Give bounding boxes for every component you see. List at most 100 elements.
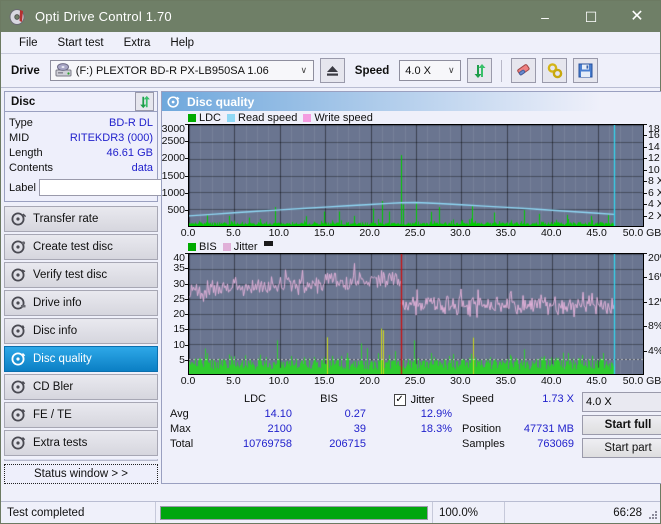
stats-jitter-max: 18.3% — [420, 423, 452, 435]
disc-quality-icon — [167, 95, 181, 109]
sidebar-item-drive-info[interactable]: Drive info — [4, 290, 158, 316]
x-tick-label: 20.0 — [359, 375, 380, 387]
sidebar-item-disc-quality[interactable]: Disc quality — [4, 346, 158, 372]
legend-swatch-jitter — [222, 242, 231, 251]
x-tick-label: 20.0 — [359, 227, 380, 239]
drive-value: (F:) PLEXTOR BD-R PX-LB950SA 1.06 — [75, 64, 269, 77]
refresh-icon — [139, 95, 150, 108]
y-tick-label: 2000 — [161, 152, 185, 165]
sidebar-item-extra-tests[interactable]: Extra tests — [4, 430, 158, 456]
app-window: Opti Drive Control 1.70 – ☐ ✕ File Start… — [0, 0, 661, 524]
x-tick-label: 15.0 — [313, 375, 335, 387]
menu-bar: File Start test Extra Help — [1, 32, 660, 54]
stats-speed-col: Speed 1.73 X Position 47731 MB Samples 7… — [462, 392, 582, 458]
position-label: Position — [462, 423, 502, 435]
disc-bler-icon — [11, 379, 27, 395]
disc-length-label: Length — [9, 146, 43, 159]
sidebar-item-disc-info[interactable]: Disc info — [4, 318, 158, 344]
disc-refresh-button[interactable] — [135, 92, 154, 111]
window-controls: – ☐ ✕ — [522, 1, 660, 32]
left-sidebar: Disc Type BD-R DL MID RITEKDR3 (000) Len… — [4, 91, 241, 484]
eject-button[interactable] — [319, 58, 345, 83]
resize-grip-icon[interactable] — [648, 511, 658, 521]
bis-canvas — [189, 254, 643, 374]
chevron-down-icon: ∨ — [300, 65, 308, 75]
disc-label-caption: Label — [9, 181, 36, 194]
sidebar-item-cd-bler[interactable]: CD Bler — [4, 374, 158, 400]
y2-tick-label: 8% — [648, 320, 661, 333]
disc-panel: Disc Type BD-R DL MID RITEKDR3 (000) Len… — [4, 91, 241, 202]
disc-type-label: Type — [9, 116, 33, 129]
speed-label: Speed — [354, 64, 390, 77]
stats-position-row: Position 47731 MB — [462, 422, 582, 437]
speed-select[interactable]: 4.0 X ∨ — [399, 60, 462, 81]
legend-item-bis: BIS — [188, 241, 217, 253]
start-part-button[interactable]: Start part — [582, 438, 661, 458]
stats-row-label-total: Total — [170, 438, 194, 450]
legend-label-read-speed: Read speed — [238, 111, 298, 124]
eraser-icon — [517, 64, 530, 76]
stats-header-ldc: LDC — [243, 393, 266, 405]
x-tick-label: 5.0 — [226, 227, 241, 239]
test-speed-select[interactable]: 4.0 X ∨ — [582, 392, 661, 412]
sidebar-item-label: Extra tests — [33, 437, 88, 449]
disc-properties: Type BD-R DL MID RITEKDR3 (000) Length 4… — [5, 112, 241, 201]
jitter-toggle[interactable]: ✓ Jitter — [366, 392, 462, 407]
samples-value: 763069 — [537, 438, 574, 450]
ldc-chart: LDC Read speed Write speed 500 1000 1500 20… — [162, 111, 661, 240]
x-tick-label: 0.0 — [180, 375, 196, 387]
save-button[interactable] — [573, 58, 599, 83]
x-tick-label: 25.0 — [404, 375, 426, 387]
erase-button[interactable] — [511, 58, 537, 83]
sidebar-item-verify-test-disc[interactable]: Verify test disc — [4, 262, 158, 288]
sidebar-item-label: Drive info — [33, 297, 82, 309]
menu-item-file[interactable]: File — [9, 35, 48, 51]
stats-bis-avg: 0.27 — [344, 408, 366, 420]
sidebar-item-create-test-disc[interactable]: Create test disc — [4, 234, 158, 260]
disc-row-mid: MID RITEKDR3 (000) — [9, 130, 153, 145]
disc-contents-label: Contents — [9, 161, 54, 174]
sidebar-item-transfer-rate[interactable]: Transfer rate — [4, 206, 158, 232]
menu-item-extra[interactable]: Extra — [114, 35, 161, 51]
stats-actions: 4.0 X ∨ Start full Start part — [582, 392, 661, 458]
y-tick-label: 3000 — [161, 123, 185, 135]
legend-item-read-speed: Read speed — [227, 112, 297, 124]
stats-row-label-avg: Avg — [170, 408, 189, 420]
disc-quality-icon — [11, 351, 27, 367]
refresh-button[interactable] — [467, 58, 493, 83]
close-button[interactable]: ✕ — [614, 1, 660, 32]
menu-item-start-test[interactable]: Start test — [48, 35, 114, 51]
disc-burn-icon — [11, 239, 27, 255]
minimize-button[interactable]: – — [522, 1, 568, 32]
disc-fete-icon — [11, 407, 27, 423]
ldc-y-axis: 500 1000 1500 2000 2500 3000 — [161, 123, 188, 227]
start-full-button[interactable]: Start full — [582, 415, 661, 435]
stats-bis-total: 206715 — [329, 438, 366, 450]
bis-x-axis: 0.0 5.0 10.0 15.0 20.0 25.0 30.0 35.0 40.0 45.0 50… — [181, 375, 661, 388]
y2-tick-label: 6 X — [648, 186, 661, 199]
title-bar: Opti Drive Control 1.70 – ☐ ✕ — [1, 1, 660, 32]
sidebar-filler — [4, 459, 158, 461]
tools-button[interactable] — [542, 58, 568, 83]
disc-verify-icon — [11, 267, 27, 283]
x-tick-label: 50.0 GB — [622, 375, 661, 387]
stats-jitter-col: ✓ Jitter 12.9% 18.3% — [366, 392, 462, 458]
jitter-checkbox[interactable]: ✓ — [393, 393, 406, 406]
legend-label-write-speed: Write speed — [314, 111, 373, 124]
progress-fill — [161, 506, 427, 519]
maximize-button[interactable]: ☐ — [568, 1, 614, 32]
menu-item-help[interactable]: Help — [160, 35, 204, 51]
eject-icon — [326, 66, 338, 76]
nav-list: Transfer rate Create test disc Verify te… — [4, 206, 158, 456]
legend-swatch-write-speed — [303, 113, 312, 122]
bis-plot-area — [188, 253, 644, 375]
sidebar-item-label: Disc quality — [33, 353, 92, 365]
drive-select[interactable]: (F:) PLEXTOR BD-R PX-LB950SA 1.06 ∨ — [49, 60, 314, 81]
sidebar-item-fe-te[interactable]: FE / TE — [4, 402, 158, 428]
y-tick-label: 35 — [173, 262, 185, 275]
status-window-button[interactable]: Status window > > — [4, 464, 158, 484]
content-area: Disc Type BD-R DL MID RITEKDR3 (000) Len… — [1, 88, 661, 484]
app-disc-icon — [9, 8, 27, 26]
y2-tick-label: 20% — [648, 252, 661, 264]
legend-item-ldc: LDC — [188, 112, 221, 124]
